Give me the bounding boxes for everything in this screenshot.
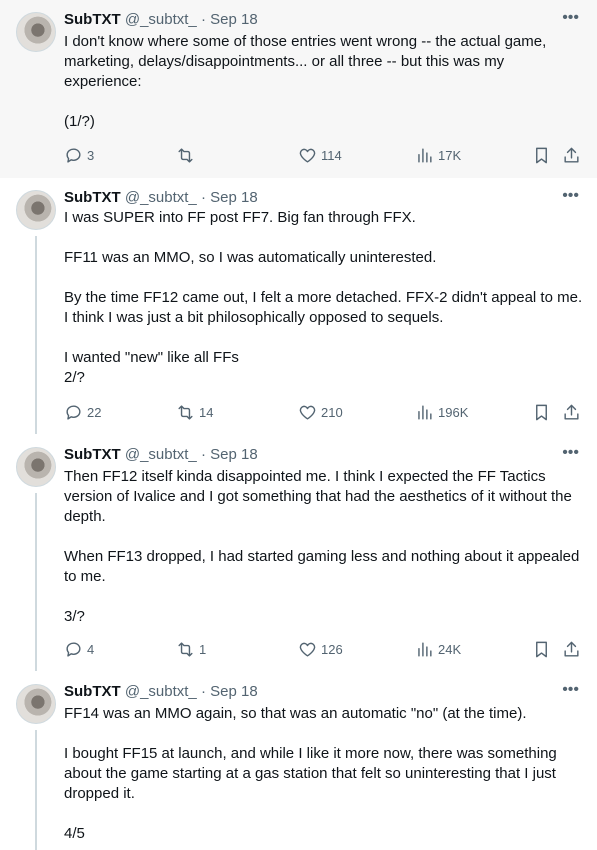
tweet-paragraph: FF11 was an MMO, so I was automatically … bbox=[64, 249, 437, 266]
tweet-paragraph: I was SUPER into FF post FF7. Big fan th… bbox=[64, 209, 416, 226]
bookmark-icon bbox=[536, 641, 547, 657]
share-icon bbox=[564, 404, 579, 420]
tweet-paragraph: I don't know where some of those entries… bbox=[64, 33, 547, 90]
separator: · bbox=[200, 683, 206, 700]
reply-button[interactable]: 3 bbox=[64, 145, 94, 165]
share-icon bbox=[564, 641, 579, 657]
author-name[interactable]: SubTXT bbox=[64, 11, 121, 28]
tweet-date[interactable]: Sep 18 bbox=[210, 683, 258, 700]
share-button[interactable] bbox=[562, 402, 581, 422]
share-button[interactable] bbox=[562, 145, 581, 165]
reply-button[interactable]: 4 bbox=[64, 639, 94, 659]
like-icon bbox=[299, 405, 316, 420]
reply-count: 4 bbox=[87, 641, 95, 657]
tweet-header: SubTXT @_subtxt_ · Sep 18 bbox=[64, 188, 585, 208]
tweet-date[interactable]: Sep 18 bbox=[210, 11, 258, 28]
tweet-actions: 3 114 17K bbox=[64, 145, 585, 165]
tweet-text: Then FF12 itself kinda disappointed me. … bbox=[64, 467, 585, 627]
like-count: 114 bbox=[321, 147, 342, 163]
tweet-paragraph: (1/?) bbox=[64, 113, 95, 130]
bookmark-button[interactable] bbox=[532, 402, 551, 422]
tweet-text: I was SUPER into FF post FF7. Big fan th… bbox=[64, 208, 585, 388]
tweet-actions: 22 14 210 196K bbox=[64, 402, 585, 422]
like-button[interactable]: 126 bbox=[298, 639, 343, 659]
repost-button[interactable]: 1 bbox=[176, 639, 206, 659]
more-icon[interactable]: ••• bbox=[562, 188, 579, 204]
repost-button[interactable]: 14 bbox=[176, 402, 213, 422]
tweet[interactable]: SubTXT @_subtxt_ · Sep 18 ••• I don't kn… bbox=[0, 0, 597, 178]
more-icon[interactable]: ••• bbox=[562, 10, 579, 26]
tweet-paragraph: When FF13 dropped, I had started gaming … bbox=[64, 548, 580, 585]
tweet-date[interactable]: Sep 18 bbox=[210, 446, 258, 463]
views-count: 24K bbox=[438, 641, 462, 657]
reply-icon bbox=[66, 147, 81, 163]
author-name[interactable]: SubTXT bbox=[64, 189, 121, 206]
tweet-paragraph: 4/5 bbox=[64, 825, 85, 842]
tweet-paragraph: Then FF12 itself kinda disappointed me. … bbox=[64, 468, 572, 525]
avatar[interactable] bbox=[16, 190, 56, 230]
tweet-header: SubTXT @_subtxt_ · Sep 18 bbox=[64, 445, 585, 465]
tweet-text: I don't know where some of those entries… bbox=[64, 32, 585, 132]
views-button[interactable]: 17K bbox=[415, 145, 461, 165]
views-count: 196K bbox=[438, 404, 469, 420]
tweet-header: SubTXT @_subtxt_ · Sep 18 bbox=[64, 10, 585, 30]
tweet-text: FF14 was an MMO again, so that was an au… bbox=[64, 704, 585, 844]
like-icon bbox=[299, 148, 316, 163]
tweet-paragraph: I bought FF15 at launch, and while I lik… bbox=[64, 745, 557, 802]
bookmark-icon bbox=[536, 147, 547, 163]
separator: · bbox=[200, 446, 206, 463]
author-name[interactable]: SubTXT bbox=[64, 683, 121, 700]
tweet[interactable]: SubTXT @_subtxt_ · Sep 18 ••• Then FF12 … bbox=[0, 435, 597, 671]
like-icon bbox=[299, 642, 316, 657]
author-handle[interactable]: @_subtxt_ bbox=[125, 446, 197, 463]
views-button[interactable]: 196K bbox=[415, 402, 468, 422]
avatar[interactable] bbox=[16, 684, 56, 724]
separator: · bbox=[200, 11, 206, 28]
repost-icon bbox=[178, 641, 193, 657]
reply-count: 22 bbox=[87, 404, 102, 420]
tweet-paragraph: FF14 was an MMO again, so that was an au… bbox=[64, 705, 527, 722]
bookmark-button[interactable] bbox=[532, 145, 551, 165]
tweet-actions: 4 1 126 24K bbox=[64, 639, 585, 659]
views-button[interactable]: 24K bbox=[415, 639, 461, 659]
views-count: 17K bbox=[438, 147, 462, 163]
tweet-paragraph: I wanted "new" like all FFs 2/? bbox=[64, 349, 239, 386]
tweet[interactable]: SubTXT @_subtxt_ · Sep 18 ••• I was SUPE… bbox=[0, 178, 597, 434]
like-button[interactable]: 210 bbox=[298, 402, 343, 422]
reply-icon bbox=[66, 404, 81, 420]
bookmark-button[interactable] bbox=[532, 639, 551, 659]
tweet-header: SubTXT @_subtxt_ · Sep 18 bbox=[64, 682, 585, 702]
reply-icon bbox=[66, 641, 81, 657]
repost-icon bbox=[178, 147, 193, 163]
like-count: 210 bbox=[321, 404, 343, 420]
like-button[interactable]: 114 bbox=[298, 145, 342, 165]
repost-button[interactable] bbox=[176, 145, 199, 165]
avatar[interactable] bbox=[16, 12, 56, 52]
more-icon[interactable]: ••• bbox=[562, 682, 579, 698]
share-icon bbox=[564, 147, 579, 163]
views-icon bbox=[418, 404, 432, 420]
repost-count: 1 bbox=[199, 641, 207, 657]
tweet[interactable]: SubTXT @_subtxt_ · Sep 18 ••• FF14 was a… bbox=[0, 672, 597, 850]
more-icon[interactable]: ••• bbox=[562, 445, 579, 461]
tweet-date[interactable]: Sep 18 bbox=[210, 189, 258, 206]
author-handle[interactable]: @_subtxt_ bbox=[125, 683, 197, 700]
avatar[interactable] bbox=[16, 447, 56, 487]
views-icon bbox=[418, 147, 432, 163]
author-name[interactable]: SubTXT bbox=[64, 446, 121, 463]
reply-button[interactable]: 22 bbox=[64, 402, 101, 422]
repost-count: 14 bbox=[199, 404, 214, 420]
reply-count: 3 bbox=[87, 147, 95, 163]
like-count: 126 bbox=[321, 641, 343, 657]
repost-icon bbox=[178, 404, 193, 420]
separator: · bbox=[200, 189, 206, 206]
views-icon bbox=[418, 641, 432, 657]
tweet-paragraph: By the time FF12 came out, I felt a more… bbox=[64, 289, 583, 326]
author-handle[interactable]: @_subtxt_ bbox=[125, 11, 197, 28]
author-handle[interactable]: @_subtxt_ bbox=[125, 189, 197, 206]
tweet-paragraph: 3/? bbox=[64, 608, 85, 625]
bookmark-icon bbox=[536, 404, 547, 420]
share-button[interactable] bbox=[562, 639, 581, 659]
